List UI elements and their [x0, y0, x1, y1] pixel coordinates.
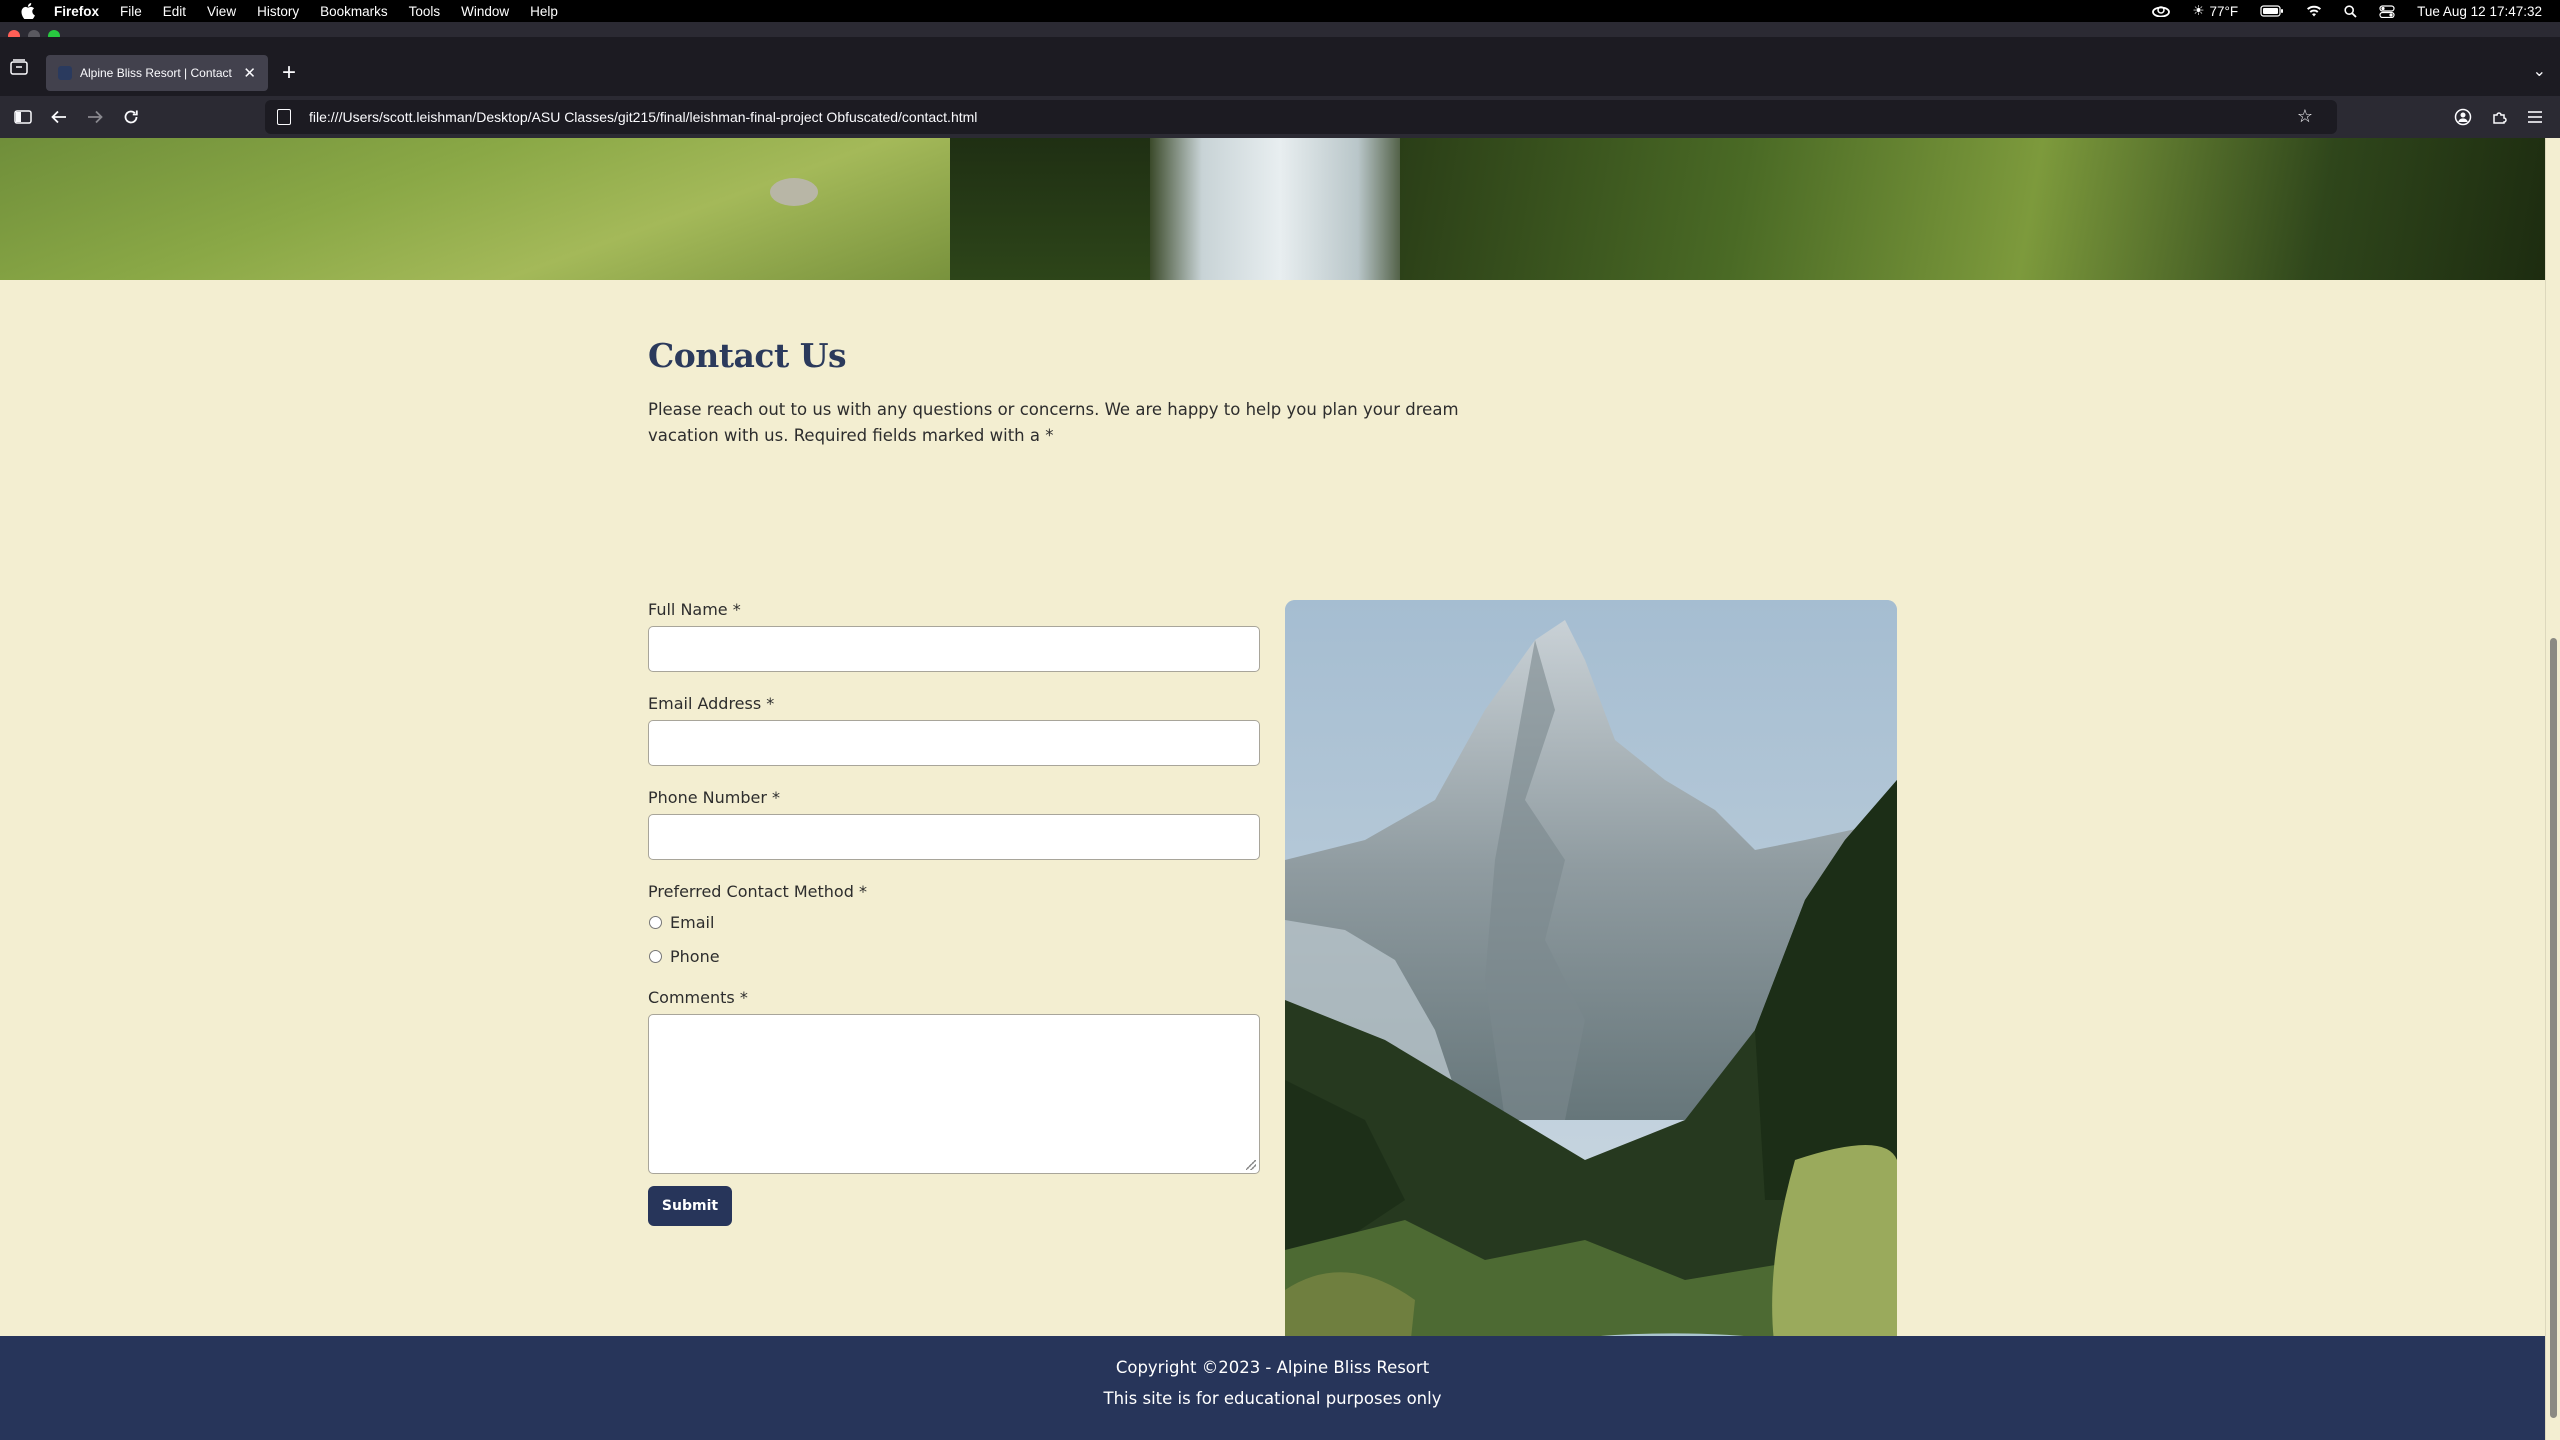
phone-radio-label[interactable]: Phone: [670, 947, 720, 966]
list-all-tabs-chevron-icon[interactable]: ⌄: [2533, 61, 2546, 81]
page-title: Contact Us: [648, 336, 847, 375]
tab-contact[interactable]: Alpine Bliss Resort | Contact ✕: [46, 55, 268, 91]
macos-menubar: Firefox File Edit View History Bookmarks…: [0, 0, 2560, 22]
tab-strip: Alpine Bliss Resort | Contact ✕ + ⌄: [0, 37, 2560, 91]
menu-file[interactable]: File: [120, 4, 142, 19]
tab-title: Alpine Bliss Resort | Contact: [80, 66, 232, 80]
submit-button[interactable]: Submit: [648, 1186, 732, 1226]
control-center-icon[interactable]: [2379, 4, 2395, 18]
footer-copyright: Copyright ©2023 - Alpine Bliss Resort: [1115, 1358, 1430, 1377]
navigation-toolbar: file:///Users/scott.leishman/Desktop/ASU…: [0, 96, 2560, 138]
creative-cloud-icon[interactable]: [2152, 5, 2171, 17]
footer-note: This site is for educational purposes on…: [1103, 1389, 1442, 1408]
email-radio[interactable]: [649, 916, 662, 929]
mountain-photo: [1285, 600, 1897, 1396]
close-tab-icon[interactable]: ✕: [243, 64, 256, 82]
reload-icon[interactable]: [120, 106, 142, 128]
page-viewport: Contact Us Please reach out to us with a…: [0, 138, 2545, 1440]
comments-textarea[interactable]: [648, 1014, 1260, 1174]
page-scrollbar[interactable]: [2545, 138, 2560, 1440]
sidebar-toggle-icon[interactable]: [12, 106, 34, 128]
firefox-view-icon[interactable]: [10, 59, 28, 80]
weather-temp: 77°F: [2209, 3, 2239, 19]
contact-section: Contact Us Please reach out to us with a…: [648, 336, 1898, 1396]
address-bar[interactable]: file:///Users/scott.leishman/Desktop/ASU…: [265, 100, 2337, 134]
site-favicon-icon: [58, 66, 72, 80]
menu-bookmarks[interactable]: Bookmarks: [320, 4, 388, 19]
contact-form: Full Name * Email Address * Phone Number…: [648, 600, 1260, 1226]
full-name-label: Full Name *: [648, 600, 741, 619]
bookmark-star-icon[interactable]: ☆: [2297, 106, 2313, 127]
menu-tools[interactable]: Tools: [409, 4, 441, 19]
phone-label: Phone Number *: [648, 788, 781, 807]
phone-radio[interactable]: [649, 950, 662, 963]
hero-banner-image: [0, 138, 2545, 280]
resize-grip-icon[interactable]: [1246, 1160, 1256, 1170]
spotlight-search-icon[interactable]: [2344, 4, 2357, 18]
window-titlebar: [0, 22, 2560, 37]
menu-view[interactable]: View: [207, 4, 236, 19]
radio-option-phone[interactable]: Phone: [648, 947, 1260, 966]
comments-label: Comments *: [648, 988, 748, 1007]
menu-app-name[interactable]: Firefox: [54, 4, 99, 19]
menu-help[interactable]: Help: [530, 4, 558, 19]
battery-icon[interactable]: [2260, 5, 2284, 17]
menu-edit[interactable]: Edit: [163, 4, 186, 19]
hamburger-menu-icon[interactable]: [2524, 106, 2546, 128]
email-label: Email Address *: [648, 694, 775, 713]
weather-widget[interactable]: ☀ 77°F: [2192, 3, 2238, 19]
wifi-icon[interactable]: [2306, 5, 2322, 17]
email-radio-label[interactable]: Email: [670, 913, 714, 932]
contact-method-label: Preferred Contact Method *: [648, 882, 867, 901]
phone-input[interactable]: [648, 814, 1260, 860]
intro-text: Please reach out to us with any question…: [648, 400, 1459, 445]
page-icon: [277, 109, 291, 125]
account-icon[interactable]: [2452, 106, 2474, 128]
menubar-clock[interactable]: Tue Aug 12 17:47:32: [2417, 4, 2542, 19]
site-footer: Copyright ©2023 - Alpine Bliss Resort Th…: [0, 1336, 2545, 1440]
back-arrow-icon[interactable]: [48, 106, 70, 128]
url-text[interactable]: file:///Users/scott.leishman/Desktop/ASU…: [309, 109, 977, 125]
forward-arrow-icon[interactable]: [84, 106, 106, 128]
email-input[interactable]: [648, 720, 1260, 766]
full-name-input[interactable]: [648, 626, 1260, 672]
menu-history[interactable]: History: [257, 4, 299, 19]
new-tab-icon[interactable]: +: [282, 59, 296, 87]
scrollbar-thumb[interactable]: [2550, 638, 2557, 1418]
sun-icon: ☀: [2192, 3, 2205, 18]
apple-logo-icon[interactable]: [20, 3, 36, 19]
extensions-icon[interactable]: [2488, 106, 2510, 128]
radio-option-email[interactable]: Email: [648, 913, 1260, 932]
menu-window[interactable]: Window: [461, 4, 509, 19]
